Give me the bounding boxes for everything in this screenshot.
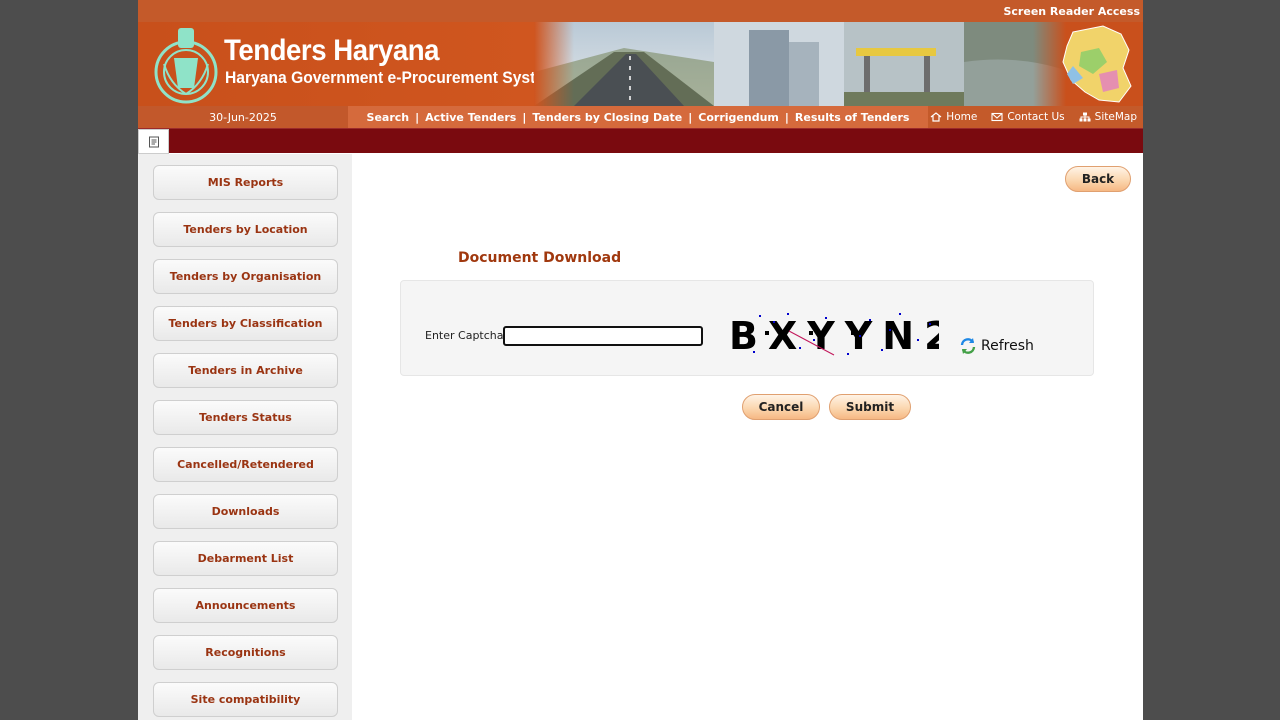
captcha-text: BXYYN2 (729, 314, 939, 358)
sidebar-item-mis-reports[interactable]: MIS Reports (153, 165, 338, 200)
cancel-button[interactable]: Cancel (742, 394, 820, 420)
current-date: 30-Jun-2025 (138, 106, 348, 128)
sidebar-item-tenders-in-archive[interactable]: Tenders in Archive (153, 353, 338, 388)
sidebar-item-tenders-status[interactable]: Tenders Status (153, 400, 338, 435)
refresh-label: Refresh (981, 338, 1034, 354)
haryana-map-icon (1062, 25, 1132, 103)
sidebar-item-tenders-by-location[interactable]: Tenders by Location (153, 212, 338, 247)
home-icon (930, 112, 942, 122)
sidebar-item-downloads[interactable]: Downloads (153, 494, 338, 529)
nav-tenders-by-closing-date[interactable]: Tenders by Closing Date (532, 111, 682, 124)
back-button[interactable]: Back (1065, 166, 1131, 192)
home-link[interactable]: Home (930, 111, 977, 123)
site-subtitle: Haryana Government e-Procurement System (225, 68, 558, 87)
site-banner: Tenders Haryana Haryana Government e-Pro… (138, 22, 1143, 106)
utility-links: Home Contact Us SiteMap (928, 106, 1143, 128)
captcha-panel: Enter Captcha BXYYN2 Refresh (400, 280, 1094, 376)
sidebar-item-announcements[interactable]: Announcements (153, 588, 338, 623)
main-nav-links: Search | Active Tenders | Tenders by Closing… (348, 106, 928, 128)
news-ticker (138, 128, 1143, 154)
sidebar: MIS Reports Tenders by Location Tenders … (138, 154, 352, 720)
sidebar-item-recognitions[interactable]: Recognitions (153, 635, 338, 670)
sitemap-icon (1079, 112, 1091, 122)
haryana-emblem-icon (154, 28, 218, 104)
sidebar-item-cancelled-retendered[interactable]: Cancelled/Retendered (153, 447, 338, 482)
nav-active-tenders[interactable]: Active Tenders (425, 111, 516, 124)
sidebar-item-debarment-list[interactable]: Debarment List (153, 541, 338, 576)
captcha-label: Enter Captcha (425, 329, 504, 342)
contact-us-link[interactable]: Contact Us (991, 111, 1065, 123)
nav-corrigendum[interactable]: Corrigendum (698, 111, 779, 124)
refresh-captcha-button[interactable]: Refresh (959, 337, 1034, 355)
main-content: Back Document Download Enter Captcha BXY… (352, 154, 1143, 720)
page-title: Document Download (458, 250, 622, 266)
screen-reader-link[interactable]: Screen Reader Access (1003, 5, 1140, 18)
site-title: Tenders Haryana (224, 34, 440, 67)
top-bar: Screen Reader Access (138, 0, 1143, 22)
captcha-image: BXYYN2 (729, 309, 939, 359)
submit-button[interactable]: Submit (829, 394, 911, 420)
sidebar-item-site-compatibility[interactable]: Site compatibility (153, 682, 338, 717)
nav-results-of-tenders[interactable]: Results of Tenders (795, 111, 910, 124)
nav-bar: 30-Jun-2025 Search | Active Tenders | Tender… (138, 106, 1143, 128)
sidebar-item-tenders-by-organisation[interactable]: Tenders by Organisation (153, 259, 338, 294)
document-icon (138, 129, 169, 154)
nav-search[interactable]: Search (367, 111, 410, 124)
mail-icon (991, 112, 1003, 122)
refresh-icon (960, 338, 976, 354)
sidebar-item-tenders-by-classification[interactable]: Tenders by Classification (153, 306, 338, 341)
page: Screen Reader Access Tenders Haryana Har… (138, 0, 1143, 720)
captcha-input[interactable] (503, 326, 703, 346)
sitemap-link[interactable]: SiteMap (1079, 111, 1137, 123)
